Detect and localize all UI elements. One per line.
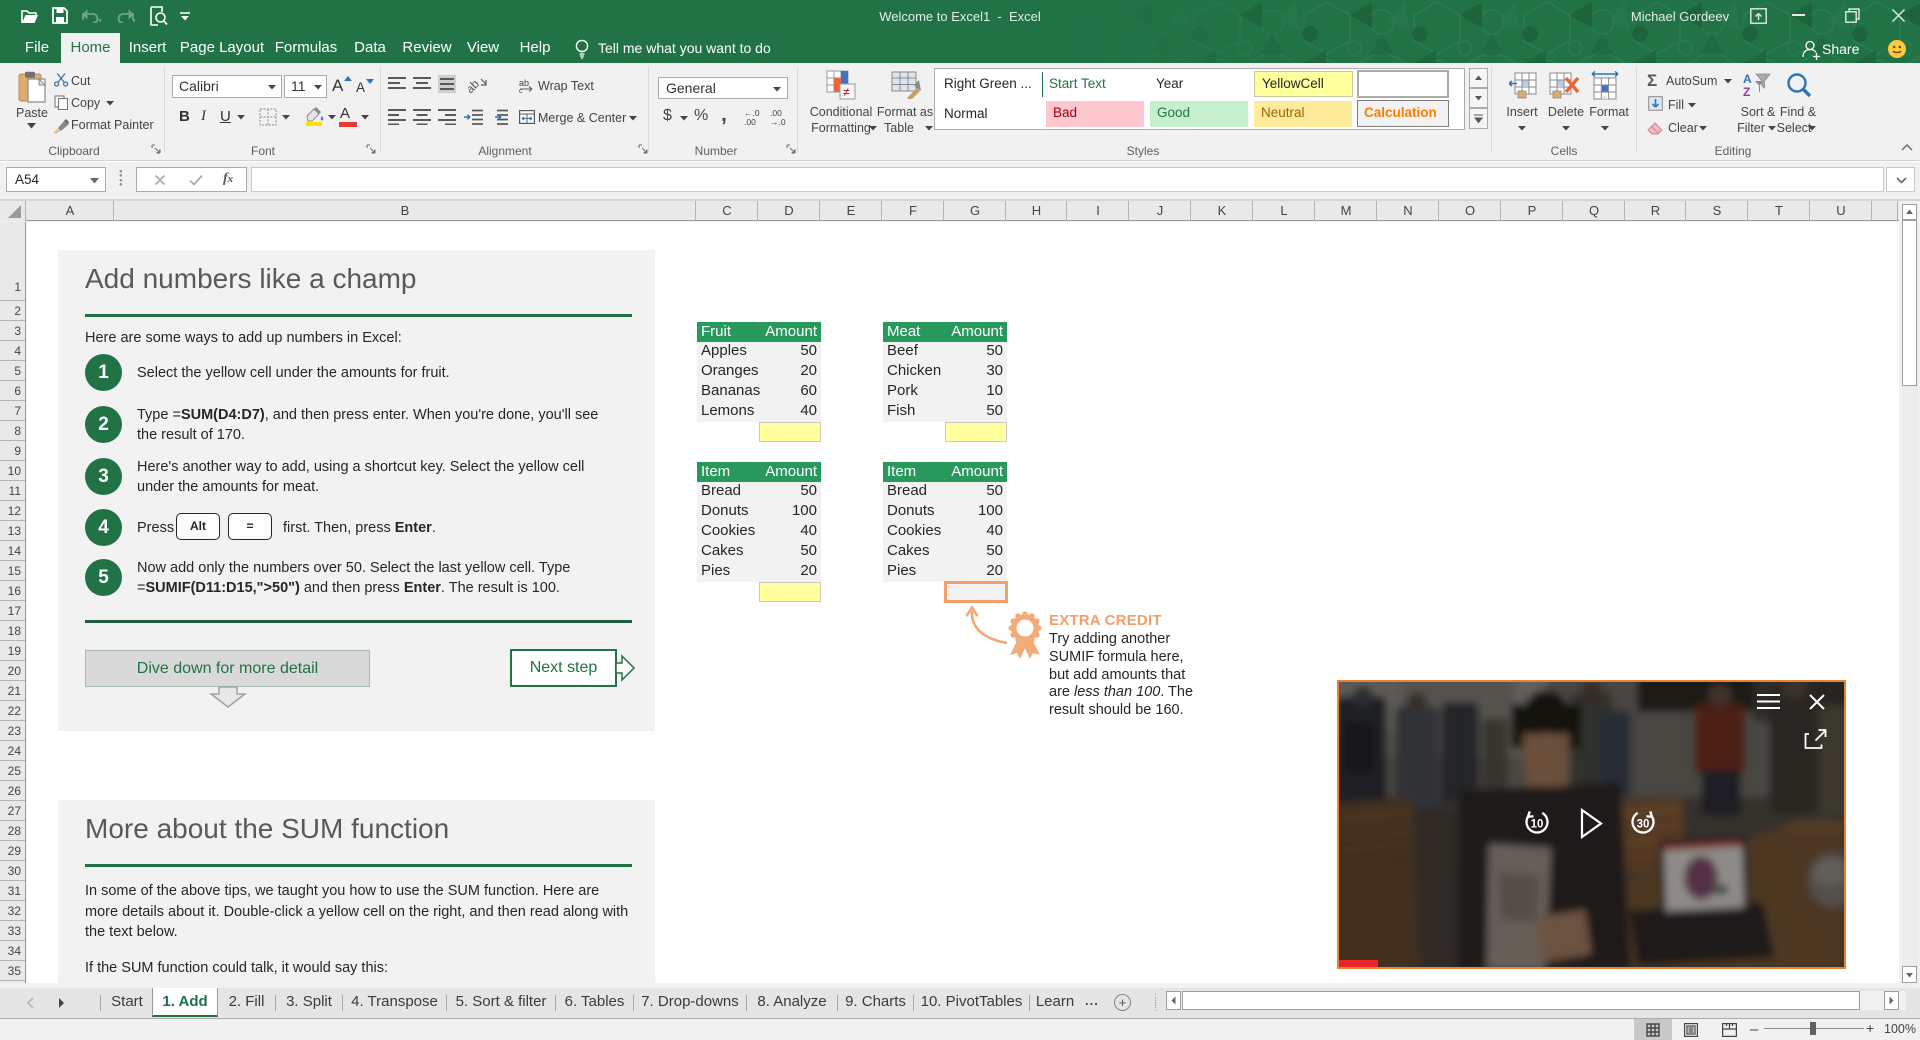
- svg-text:ab: ab: [468, 77, 482, 95]
- svg-text:A: A: [1743, 72, 1752, 86]
- svg-text:.00: .00: [744, 117, 756, 126]
- svg-text:30: 30: [1637, 819, 1650, 831]
- svg-text:Z: Z: [1743, 85, 1750, 98]
- svg-text:10: 10: [1531, 819, 1544, 831]
- svg-text:→.0: →.0: [770, 117, 786, 126]
- svg-text:ab: ab: [519, 78, 529, 88]
- svg-text:≠: ≠: [843, 85, 850, 99]
- svg-text:c: c: [519, 88, 523, 93]
